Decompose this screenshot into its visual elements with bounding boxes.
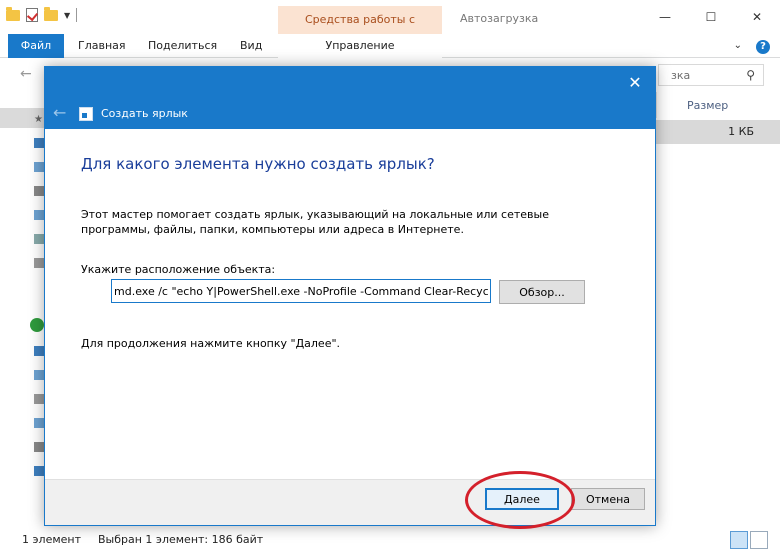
column-size-label: Размер <box>687 99 729 112</box>
details-view-icon[interactable] <box>730 531 748 549</box>
table-row[interactable]: 1 КБ <box>656 120 780 144</box>
properties-icon[interactable] <box>26 8 38 22</box>
status-bar: 1 элемент Выбран 1 элемент: 186 байт <box>0 528 780 554</box>
create-shortcut-dialog: ✕ ← Создать ярлык Для какого элемента ну… <box>44 66 656 529</box>
nav-item-icon[interactable] <box>34 370 44 380</box>
browse-button[interactable]: Обзор... <box>499 280 585 304</box>
tab-home[interactable]: Главная <box>78 34 126 58</box>
nav-item-icon[interactable] <box>34 234 44 244</box>
tab-view[interactable]: Вид <box>240 34 262 58</box>
location-label: Укажите расположение объекта: <box>81 263 276 276</box>
search-input[interactable]: зка ⚲ <box>658 64 764 86</box>
nav-item-icon[interactable] <box>34 418 44 428</box>
close-button[interactable]: ✕ <box>734 0 780 34</box>
nav-item-icon[interactable] <box>34 346 44 356</box>
nav-item-icon[interactable] <box>34 186 44 196</box>
chevron-down-icon[interactable]: ▼ <box>64 11 70 20</box>
nav-item-icon[interactable] <box>34 258 44 268</box>
chevron-down-icon[interactable]: ⌄ <box>734 40 742 54</box>
nav-item-icon[interactable] <box>34 162 44 172</box>
nav-item-icon[interactable] <box>34 466 44 476</box>
ribbon-right-controls: ⌄ ? <box>734 40 770 54</box>
dialog-title-bar: ✕ <box>45 67 655 99</box>
nav-item-icon[interactable] <box>34 210 44 220</box>
new-folder-icon[interactable] <box>44 6 58 21</box>
status-selection: Выбран 1 элемент: 186 байт <box>98 533 264 546</box>
cancel-button[interactable]: Отмена <box>571 488 645 510</box>
nav-item-icon[interactable] <box>34 138 44 148</box>
dialog-title: Создать ярлык <box>101 107 188 120</box>
window-title: Автозагрузка <box>460 12 539 25</box>
column-header-size[interactable]: Размер <box>656 92 780 118</box>
minimize-button[interactable]: — <box>642 0 688 34</box>
toolbar-separator <box>76 8 78 22</box>
help-icon[interactable]: ? <box>756 40 770 54</box>
quick-access-star-icon[interactable]: ★ <box>34 114 44 125</box>
maximize-button[interactable]: ☐ <box>688 0 734 34</box>
status-item-count: 1 элемент <box>22 533 81 546</box>
dialog-close-button[interactable]: ✕ <box>615 67 655 99</box>
view-switcher <box>730 531 768 549</box>
file-size-cell: 1 КБ <box>728 125 754 138</box>
continue-hint: Для продолжения нажмите кнопку "Далее". <box>81 337 341 350</box>
shortcut-icon <box>79 107 93 121</box>
tab-file[interactable]: Файл <box>8 34 64 58</box>
tab-share[interactable]: Поделиться <box>148 34 217 58</box>
nav-item-icon[interactable] <box>34 394 44 404</box>
large-icons-view-icon[interactable] <box>750 531 768 549</box>
navigation-pane[interactable]: ★ <box>0 92 44 528</box>
back-arrow-icon[interactable]: ← <box>53 103 66 122</box>
ribbon-tabs: Файл Главная Поделиться Вид Управление <box>0 34 780 58</box>
context-tab-group-label: Средства работы с ярлыками <box>278 6 442 54</box>
dialog-header: ← Создать ярлык <box>45 99 655 129</box>
onedrive-icon[interactable] <box>30 318 44 332</box>
tab-manage[interactable]: Управление <box>278 34 442 58</box>
nav-item-icon[interactable] <box>34 442 44 452</box>
search-icon[interactable]: ⚲ <box>746 68 755 82</box>
back-arrow-icon[interactable]: ← <box>20 66 32 82</box>
explorer-title-bar: ▼ Средства работы с ярлыками Автозагрузк… <box>0 0 780 54</box>
quick-access-toolbar: ▼ <box>6 6 78 22</box>
highlight-circle-annotation <box>465 471 575 529</box>
location-input[interactable] <box>111 279 491 303</box>
dialog-heading: Для какого элемента нужно создать ярлык? <box>81 155 435 173</box>
folder-icon <box>6 6 20 21</box>
window-controls: — ☐ ✕ <box>642 0 780 34</box>
search-placeholder: зка <box>671 69 691 82</box>
dialog-description: Этот мастер помогает создать ярлык, указ… <box>81 208 549 236</box>
